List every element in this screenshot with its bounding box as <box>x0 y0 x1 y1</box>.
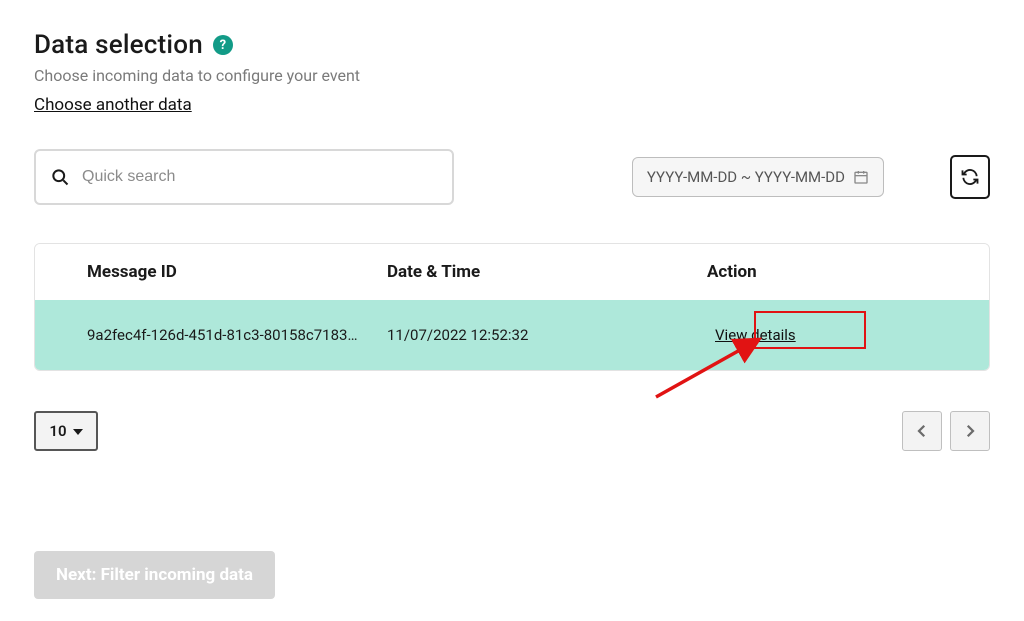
table-row[interactable]: 9a2fec4f-126d-451d-81c3-80158c7183… 11/0… <box>35 300 989 370</box>
caret-down-icon <box>73 429 83 435</box>
next-step-button[interactable]: Next: Filter incoming data <box>34 551 275 599</box>
search-icon <box>50 167 70 187</box>
data-table: Message ID Date & Time Action 9a2fec4f-1… <box>34 243 990 371</box>
choose-another-data-link[interactable]: Choose another data <box>34 95 192 115</box>
date-range-placeholder: YYYY-MM-DD ~ YYYY-MM-DD <box>647 168 845 186</box>
column-header-action: Action <box>647 262 827 282</box>
table-header-row: Message ID Date & Time Action <box>35 244 989 300</box>
column-header-message-id: Message ID <box>87 262 387 282</box>
page-size-value: 10 <box>49 422 66 440</box>
cell-message-id: 9a2fec4f-126d-451d-81c3-80158c7183… <box>87 326 387 344</box>
next-step-label: Next: Filter incoming data <box>56 565 253 585</box>
refresh-button[interactable] <box>950 155 990 199</box>
view-details-link[interactable]: View details <box>707 322 804 348</box>
search-field[interactable] <box>34 149 454 205</box>
help-icon[interactable]: ? <box>213 35 233 55</box>
chevron-right-icon <box>961 422 979 440</box>
page-title: Data selection <box>34 30 203 60</box>
page-subtitle: Choose incoming data to configure your e… <box>34 66 990 85</box>
page-size-select[interactable]: 10 <box>34 411 98 451</box>
next-page-button[interactable] <box>950 411 990 451</box>
refresh-icon <box>960 167 980 187</box>
date-range-picker[interactable]: YYYY-MM-DD ~ YYYY-MM-DD <box>632 157 884 197</box>
cell-date-time: 11/07/2022 12:52:32 <box>387 326 647 344</box>
calendar-icon <box>853 169 869 185</box>
prev-page-button[interactable] <box>902 411 942 451</box>
search-input[interactable] <box>82 168 438 186</box>
chevron-left-icon <box>913 422 931 440</box>
column-header-date-time: Date & Time <box>387 262 647 282</box>
